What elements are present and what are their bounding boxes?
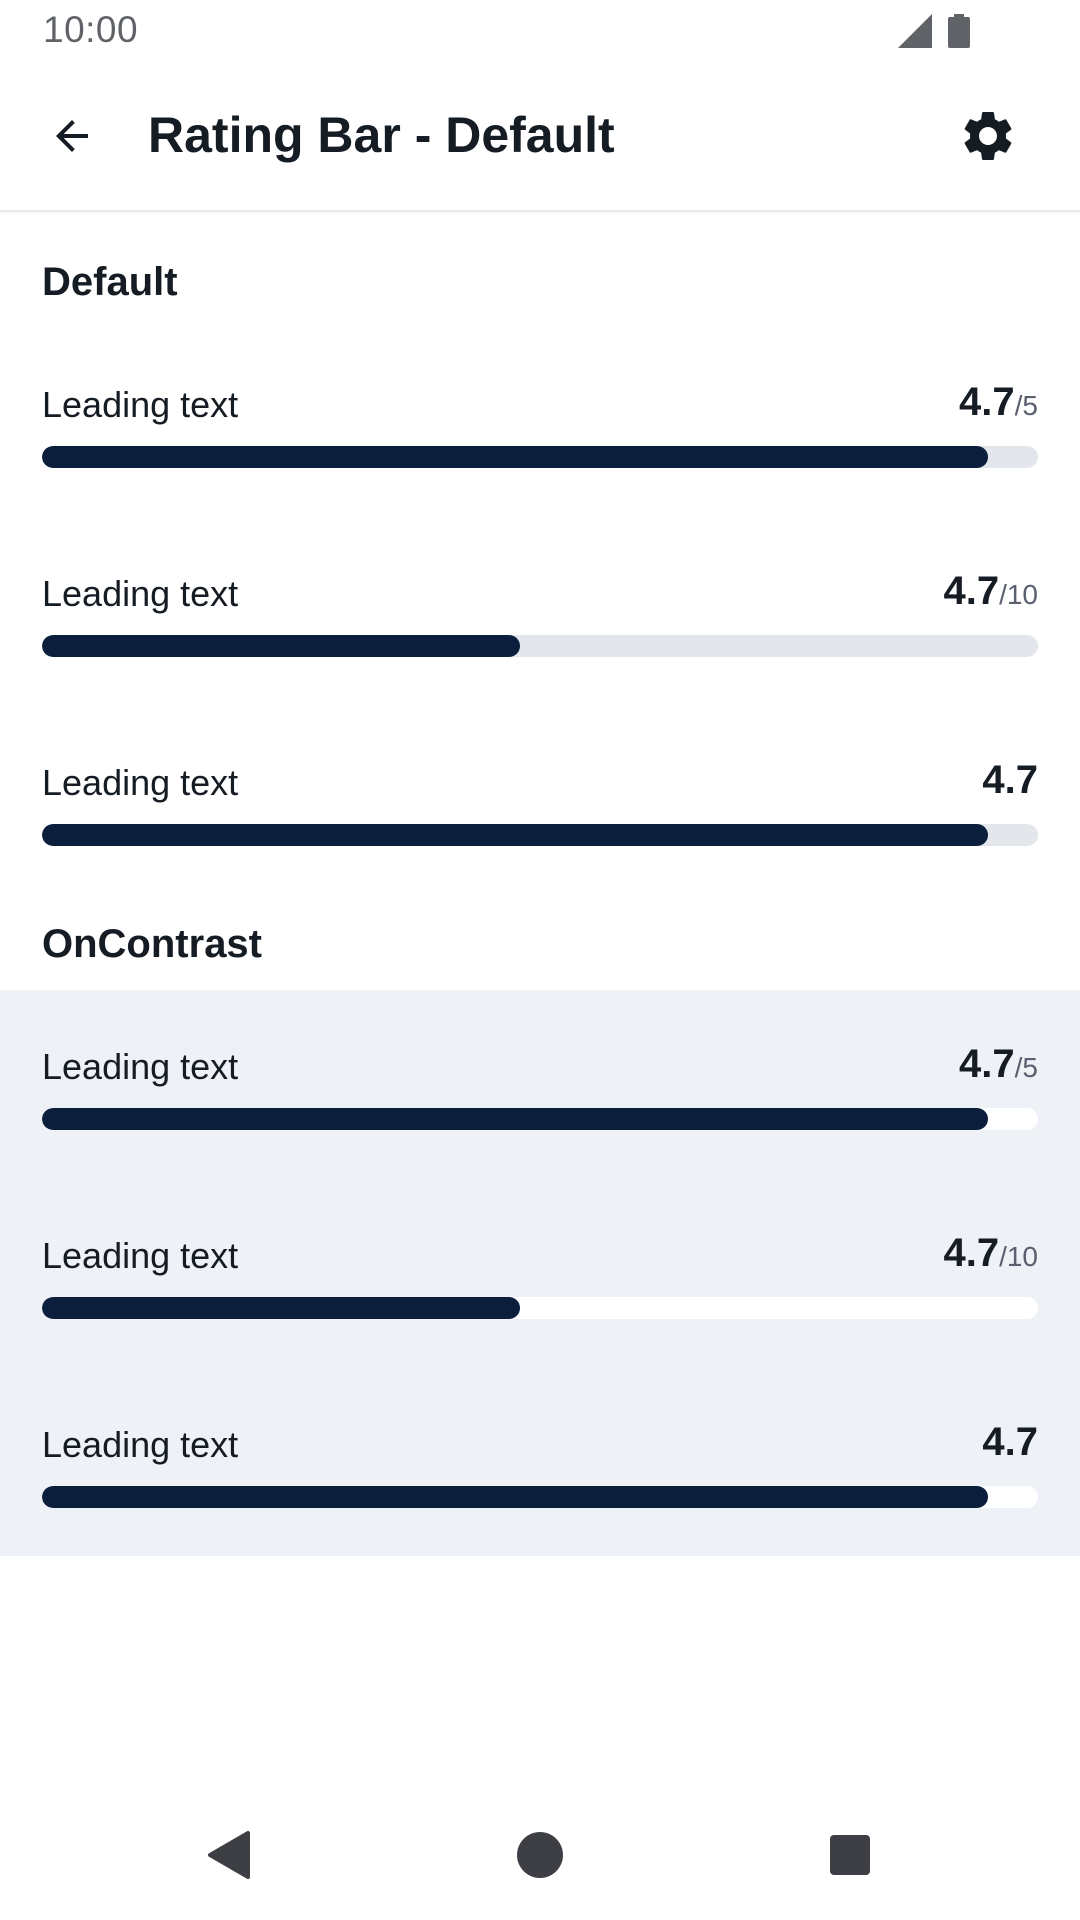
home-circle-icon: [517, 1832, 563, 1878]
section-title-on-contrast: OnContrast: [42, 922, 262, 966]
nav-back-button[interactable]: [184, 1810, 274, 1900]
rating-max: /10: [999, 579, 1038, 610]
signal-icon: [898, 14, 932, 48]
rating-track: [42, 635, 1038, 657]
app-bar: Rating Bar - Default: [0, 62, 1080, 212]
rating-label: Leading text: [42, 1235, 239, 1276]
rating-fill: [42, 635, 521, 657]
page-title: Rating Bar - Default: [148, 107, 615, 163]
rating-label: Leading text: [42, 1046, 239, 1087]
rating-value: 4.7: [982, 758, 1038, 803]
rating-score: 4.7: [959, 380, 1015, 424]
screen: 10:00 Rating Bar - Default Default Leadi…: [0, 0, 1080, 1920]
rating-label: Leading text: [42, 762, 239, 803]
battery-icon: [948, 14, 970, 48]
system-nav-bar: [0, 1790, 1080, 1920]
rating-value: 4.7/5: [959, 1042, 1038, 1087]
recents-square-icon: [830, 1835, 870, 1875]
rating-max: /5: [1014, 1052, 1038, 1083]
status-bar: 10:00: [0, 0, 1080, 62]
rating-value: 4.7: [982, 1420, 1038, 1465]
rating-max: /10: [999, 1241, 1038, 1272]
rating-track: [42, 1297, 1038, 1319]
rating-fill: [42, 824, 989, 846]
rating-row: Leading text 4.7/10: [42, 1231, 1038, 1341]
back-button[interactable]: [34, 98, 110, 174]
nav-recents-button[interactable]: [805, 1810, 895, 1900]
rating-label: Leading text: [42, 384, 239, 425]
settings-button[interactable]: [952, 100, 1024, 172]
back-triangle-icon: [208, 1831, 250, 1879]
rating-label: Leading text: [42, 573, 239, 614]
nav-home-button[interactable]: [495, 1810, 585, 1900]
contrast-panel: Leading text 4.7/5 Leading text 4.7/10 L…: [0, 990, 1080, 1556]
rating-fill: [42, 1297, 521, 1319]
rating-value: 4.7/10: [943, 1231, 1038, 1276]
rating-row: Leading text 4.7/5: [42, 380, 1038, 490]
rating-score: 4.7: [982, 1420, 1038, 1464]
status-icons: [898, 14, 1008, 50]
rating-label: Leading text: [42, 1424, 239, 1465]
status-time: 10:00: [43, 9, 139, 50]
rating-row: Leading text 4.7/5: [42, 1042, 1038, 1152]
rating-score: 4.7: [982, 758, 1038, 802]
rating-fill: [42, 446, 989, 468]
rating-score: 4.7: [959, 1042, 1015, 1086]
rating-fill: [42, 1486, 989, 1508]
rating-max: /5: [1014, 390, 1038, 421]
rating-track: [42, 446, 1038, 468]
rating-track: [42, 824, 1038, 846]
rating-track: [42, 1486, 1038, 1508]
section-title-default: Default: [42, 260, 178, 304]
rating-track: [42, 1108, 1038, 1130]
rating-score: 4.7: [943, 569, 1000, 613]
rating-score: 4.7: [943, 1231, 1000, 1275]
rating-row: Leading text 4.7/10: [42, 569, 1038, 679]
rating-value: 4.7/5: [959, 380, 1038, 425]
rating-fill: [42, 1108, 989, 1130]
rating-row: Leading text 4.7: [42, 1420, 1038, 1530]
rating-value: 4.7/10: [943, 569, 1038, 614]
arrow-back-icon: [56, 120, 88, 152]
gear-icon: [964, 111, 1012, 160]
rating-row: Leading text 4.7: [42, 758, 1038, 868]
